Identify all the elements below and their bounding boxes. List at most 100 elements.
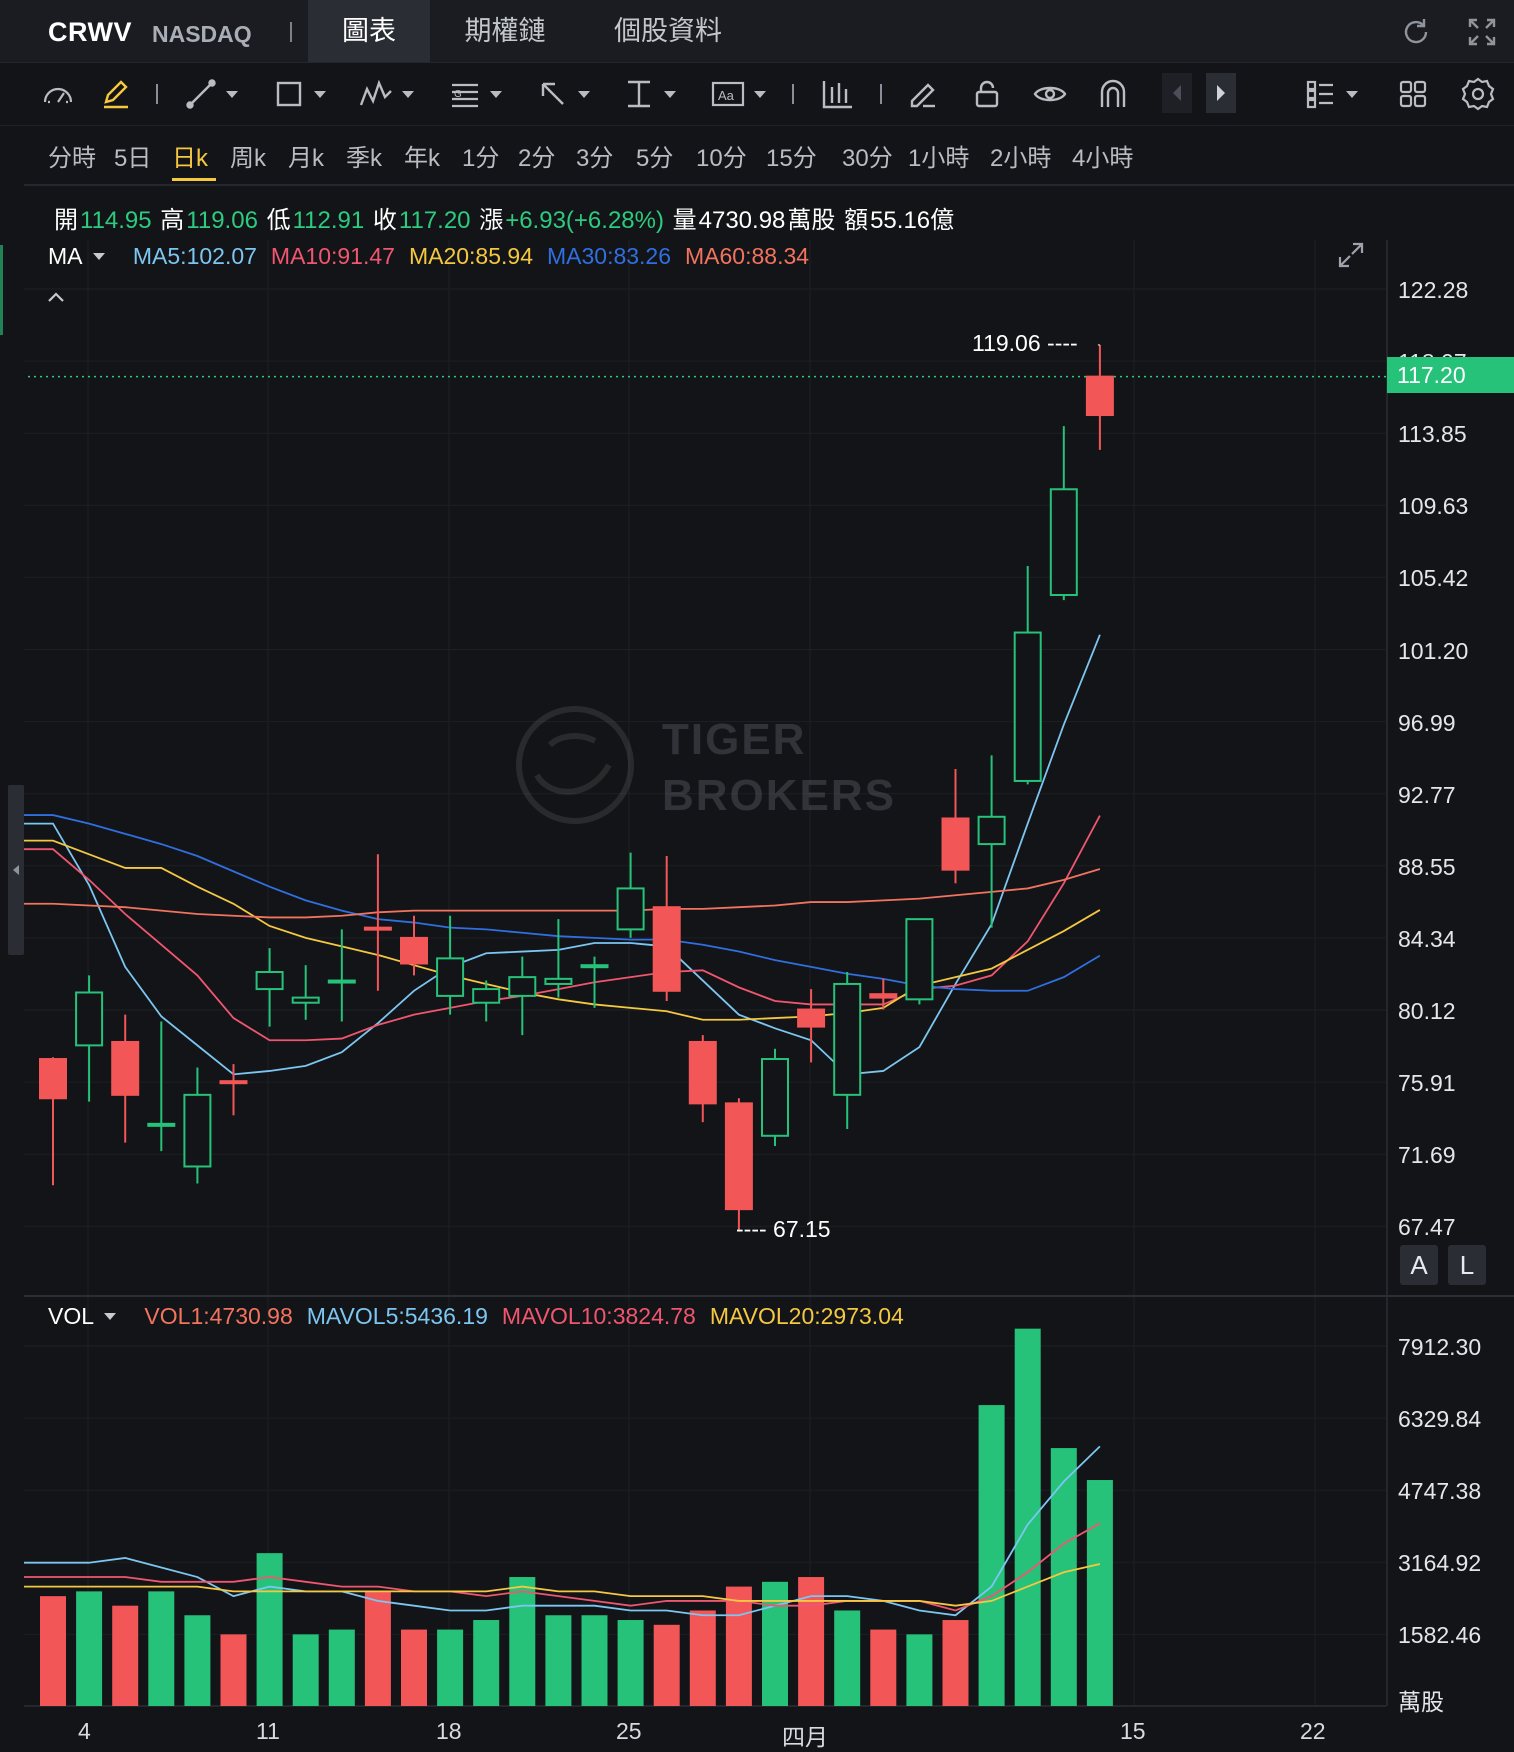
volume-unit-label: 萬股 [1398, 1689, 1444, 1715]
collapse-up-icon[interactable] [46, 290, 66, 309]
candle-body [147, 1122, 176, 1127]
volume-bar [1014, 1328, 1041, 1706]
candle-body [472, 988, 501, 1004]
volume-bar [401, 1629, 427, 1706]
candle-body [75, 991, 104, 1047]
candle-body [797, 1008, 826, 1028]
price-axis-label: 101.20 [1398, 637, 1469, 664]
date-axis-label: 11 [256, 1718, 280, 1744]
chart-expand-icon[interactable] [1336, 240, 1366, 275]
candle-body [39, 1058, 67, 1100]
side-panel-handle[interactable] [8, 785, 24, 955]
candle-body [761, 1058, 789, 1137]
vol-legend-item: MAVOL10:3824.78 [501, 1303, 696, 1329]
chevron-down-icon[interactable] [104, 1312, 117, 1320]
ma-line-ma5 [24, 634, 1101, 1076]
volume-bar [545, 1615, 572, 1706]
candle-body [941, 817, 970, 871]
volume-bar [834, 1610, 861, 1706]
candle-body [544, 977, 573, 985]
ma-line-ma20 [24, 839, 1101, 1021]
chevron-down-icon[interactable] [92, 252, 105, 260]
candle-body [869, 993, 898, 999]
volume-axis-label: 4747.38 [1398, 1478, 1482, 1505]
price-axis-label: 113.85 [1398, 421, 1467, 448]
tiger-brokers-logo [515, 705, 635, 830]
price-axis-label: 75.91 [1398, 1070, 1456, 1097]
candle-body [688, 1040, 717, 1105]
volume-bar [509, 1577, 536, 1706]
candle-body [327, 979, 356, 984]
watermark-text: TIGER BROKERS [662, 712, 896, 824]
candle-body [977, 815, 1006, 846]
candle-body [363, 926, 392, 931]
volume-bar [328, 1629, 355, 1706]
candle-body [1049, 488, 1078, 597]
price-axis-label: 71.69 [1398, 1142, 1456, 1169]
price-axis-label: 105.42 [1398, 565, 1469, 592]
candle-body [616, 887, 645, 931]
volume-axis-label: 3164.92 [1398, 1550, 1482, 1577]
volume-bar [1086, 1480, 1113, 1706]
date-axis-label: 22 [1300, 1718, 1326, 1744]
volume-bar [76, 1591, 103, 1706]
candle-body [580, 964, 609, 969]
volume-bar [184, 1615, 211, 1706]
price-axis-label: 109.63 [1398, 493, 1469, 520]
volume-bar [256, 1553, 283, 1706]
vol-legend-item: MAVOL5:5436.19 [306, 1303, 488, 1329]
candle-body [905, 918, 934, 1001]
vol-indicator-label[interactable]: VOL [48, 1303, 94, 1329]
volume-bar [1050, 1448, 1077, 1706]
volume-axis-label: 7912.30 [1398, 1334, 1482, 1360]
ma-legend-item: MA20:85.94 [408, 243, 533, 269]
candle-body [183, 1093, 212, 1168]
volume-bar [581, 1615, 608, 1706]
volume-axis-label: 1582.46 [1398, 1622, 1482, 1649]
candle-body [833, 982, 862, 1096]
candle-body [1085, 375, 1114, 417]
volume-bar [653, 1624, 680, 1706]
volume-bar [942, 1620, 969, 1706]
log-scale-button[interactable]: L [1448, 1245, 1486, 1285]
auto-scale-button[interactable]: A [1400, 1245, 1438, 1285]
candle-body [400, 936, 428, 965]
volume-bar [437, 1629, 464, 1706]
candle-body [652, 906, 681, 992]
last-price-tag: 117.20 [1387, 357, 1514, 393]
volume-bar [870, 1629, 897, 1706]
volume-bar [725, 1586, 752, 1706]
volume-bar [292, 1634, 319, 1706]
volume-ma-line [24, 1563, 1101, 1607]
date-axis-label: 15 [1120, 1718, 1146, 1744]
left-edge-accent [0, 245, 3, 335]
volume-bar [689, 1610, 716, 1706]
candle-body [291, 996, 320, 1004]
date-axis-label: 四月 [782, 1724, 828, 1750]
ma-legend-item: MA60:88.34 [685, 243, 810, 269]
price-axis-label: 80.12 [1398, 998, 1456, 1024]
volume-bar [473, 1620, 500, 1706]
candle-body [724, 1102, 753, 1211]
vol-legend: VOL VOL1:4730.98 MAVOL5:5436.19 MAVOL10:38… [48, 1303, 918, 1330]
volume-bar [148, 1591, 175, 1706]
volume-axis-label: 6329.84 [1398, 1406, 1482, 1433]
date-axis-label: 25 [616, 1718, 642, 1744]
volume-ma-line [24, 1445, 1101, 1617]
candle-body [436, 957, 465, 997]
low-annotation: ---- 67.15 [736, 1216, 831, 1242]
price-axis-label: 96.99 [1398, 709, 1456, 736]
volume-bar [978, 1405, 1005, 1706]
candle-body [111, 1040, 140, 1096]
price-axis-label: 67.47 [1398, 1214, 1456, 1241]
date-axis-label: 4 [78, 1718, 91, 1744]
ma-line-ma60 [24, 868, 1101, 919]
high-annotation: 119.06 ---- [972, 330, 1078, 356]
candle-body [1013, 631, 1042, 782]
price-axis-label: 84.34 [1398, 925, 1456, 952]
candle-body [255, 971, 284, 991]
date-axis-label: 18 [436, 1718, 462, 1744]
price-axis-label: 88.55 [1398, 853, 1456, 880]
ma-indicator-label[interactable]: MA [48, 243, 83, 269]
watermark-line-2: BROKERS [662, 771, 897, 820]
